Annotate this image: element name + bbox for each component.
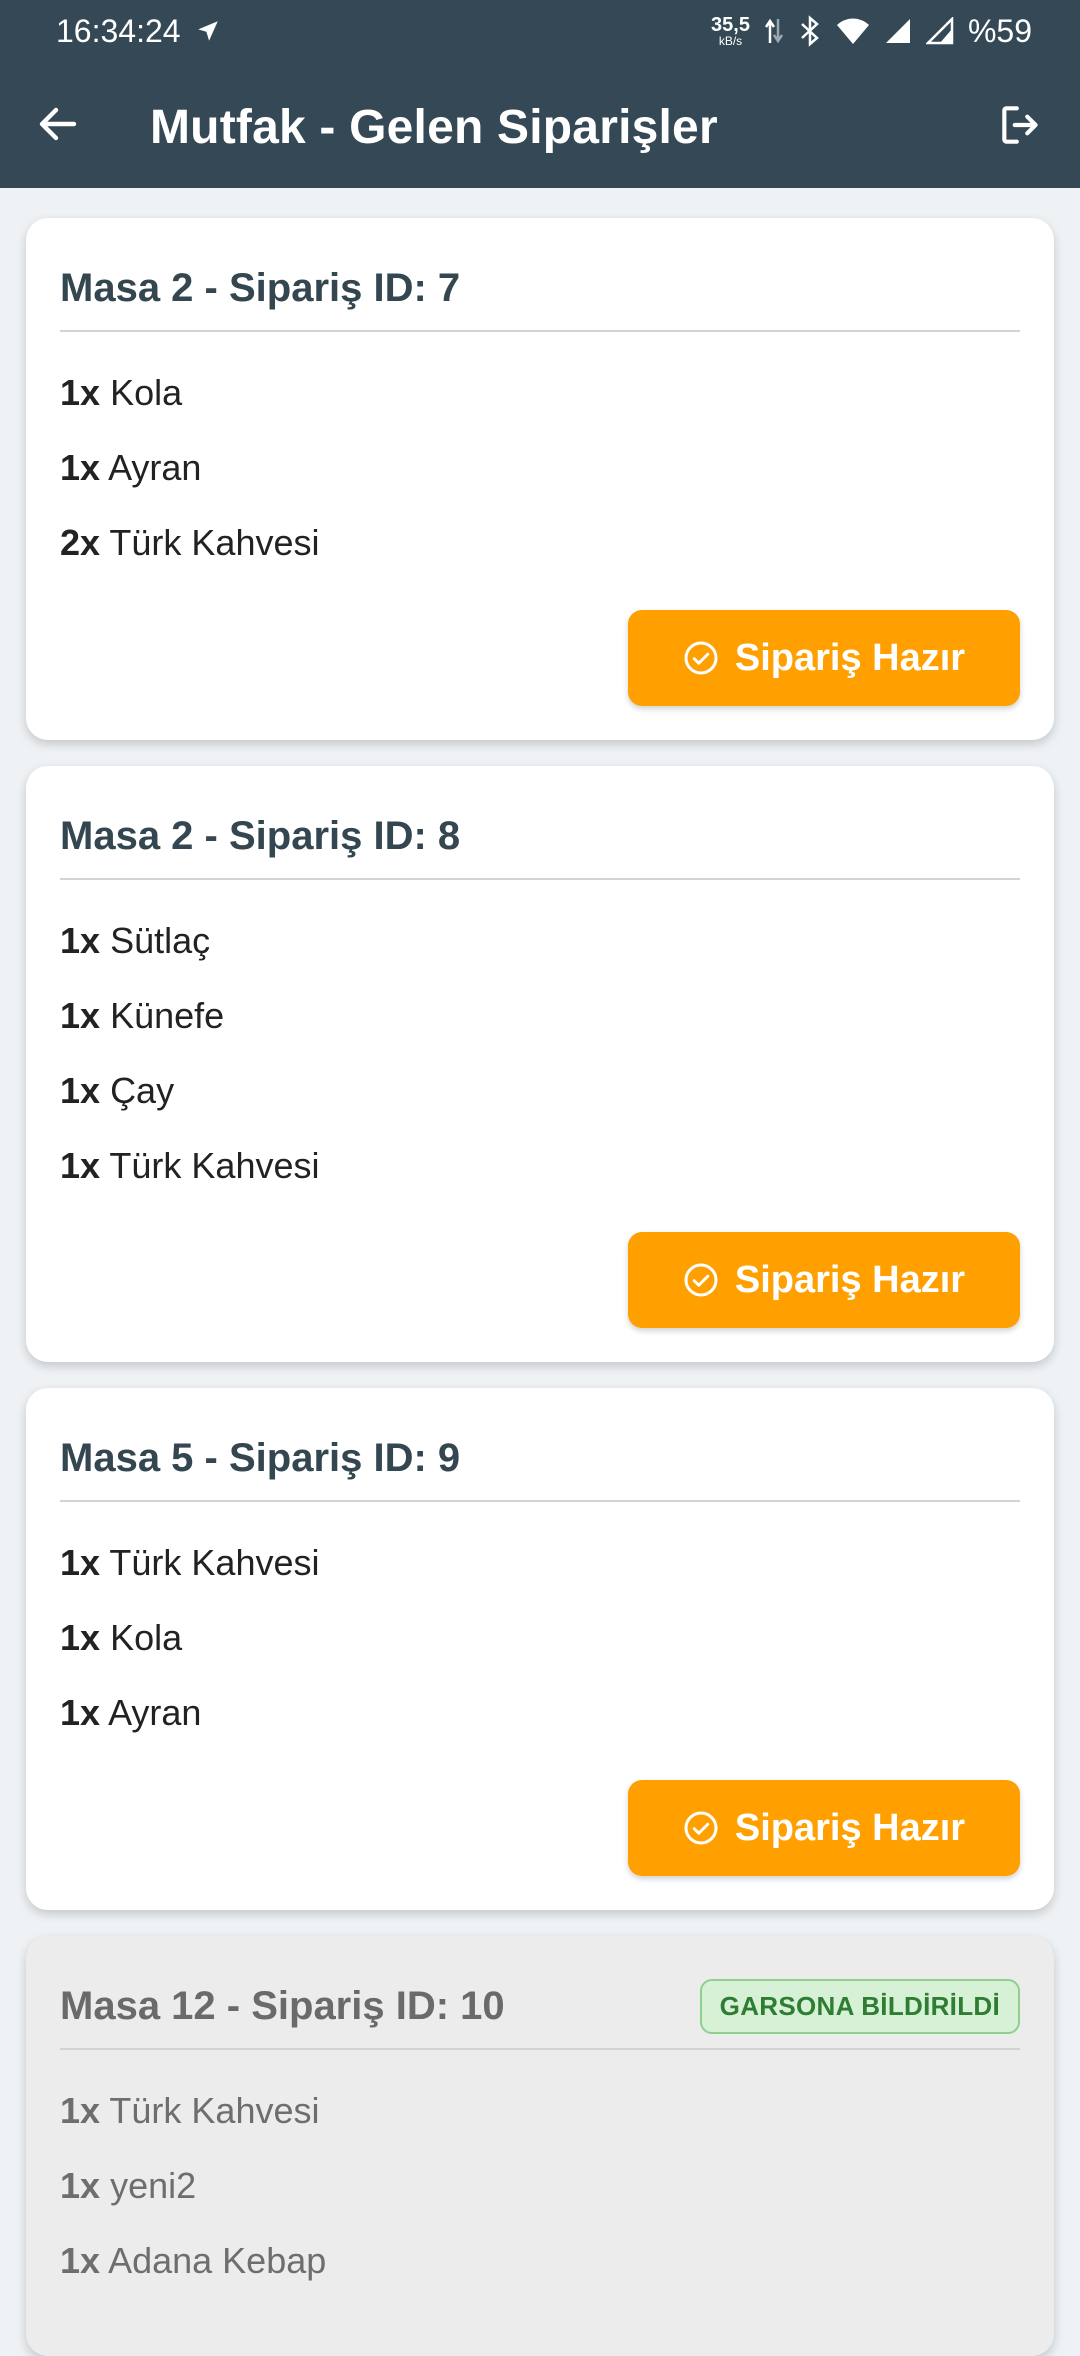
order-card: Masa 5 - Sipariş ID: 9 1x Türk Kahvesi 1… [26, 1388, 1054, 1910]
logout-icon[interactable] [996, 100, 1046, 150]
bluetooth-icon [801, 15, 819, 47]
order-card: Masa 2 - Sipariş ID: 8 1x Sütlaç 1x Küne… [26, 766, 1054, 1362]
check-circle-icon [684, 1811, 718, 1845]
order-ready-label: Sipariş Hazır [734, 636, 966, 679]
order-ready-button[interactable]: Sipariş Hazır [628, 610, 1020, 706]
order-card: Masa 12 - Sipariş ID: 10 GARSONA BİLDİRİ… [26, 1936, 1054, 2356]
order-item: 1x Kola [60, 1617, 183, 1658]
battery-level: %59 [967, 12, 1032, 49]
order-items: 1x Kola 1x Ayran 2x Türk Kahvesi [60, 363, 319, 588]
order-ready-button[interactable]: Sipariş Hazır [628, 1232, 1020, 1328]
order-item: 1x Ayran [60, 447, 202, 488]
status-time: 16:34:24 [56, 12, 181, 49]
page-title: Mutfak - Gelen Siparişler [150, 101, 718, 154]
check-circle-icon [684, 1263, 718, 1297]
divider [60, 330, 1020, 332]
order-card: Masa 2 - Sipariş ID: 7 1x Kola 1x Ayran … [26, 218, 1054, 740]
status-bar: 16:34:24 35,5 kB/s %59 [0, 0, 1080, 62]
order-item: 1x Adana Kebap [60, 2240, 327, 2281]
location-arrow-icon [197, 21, 218, 41]
order-ready-label: Sipariş Hazır [734, 1258, 966, 1301]
wifi-icon [836, 18, 869, 44]
arrow-left-icon[interactable] [34, 100, 82, 148]
network-speed: 35,5 kB/s [711, 14, 750, 48]
order-ready-label: Sipariş Hazır [734, 1806, 966, 1849]
divider [60, 878, 1020, 880]
order-item: 2x Türk Kahvesi [60, 522, 320, 563]
order-item: 1x Ayran [60, 1692, 202, 1733]
order-item: 1x yeni2 [60, 2165, 197, 2206]
check-circle-icon [684, 641, 718, 675]
order-title: Masa 12 - Sipariş ID: 10 [60, 1983, 505, 2028]
order-item: 1x Türk Kahvesi [60, 1542, 320, 1583]
divider [60, 2048, 1020, 2050]
order-item: 1x Sütlaç [60, 920, 211, 961]
order-items: 1x Türk Kahvesi 1x yeni2 1x Adana Kebap [60, 2081, 326, 2306]
order-title: Masa 2 - Sipariş ID: 8 [60, 813, 461, 858]
order-ready-button[interactable]: Sipariş Hazır [628, 1780, 1020, 1876]
signal-icon-2 [925, 17, 954, 45]
order-item: 1x Künefe [60, 995, 225, 1036]
data-transfer-icon [764, 18, 783, 44]
order-title: Masa 5 - Sipariş ID: 9 [60, 1435, 461, 1480]
signal-icon [885, 19, 910, 43]
order-items: 1x Sütlaç 1x Künefe 1x Çay 1x Türk Kahve… [60, 911, 319, 1211]
order-title: Masa 2 - Sipariş ID: 7 [60, 265, 461, 310]
order-item: 1x Kola [60, 372, 183, 413]
divider [60, 1500, 1020, 1502]
order-item: 1x Türk Kahvesi [60, 2090, 320, 2131]
order-items: 1x Türk Kahvesi 1x Kola 1x Ayran [60, 1533, 319, 1758]
order-item: 1x Türk Kahvesi [60, 1145, 320, 1186]
order-item: 1x Çay [60, 1070, 175, 1111]
app-bar: Mutfak - Gelen Siparişler [0, 62, 1080, 188]
status-badge: GARSONA BİLDİRİLDİ [699, 1978, 1020, 2034]
